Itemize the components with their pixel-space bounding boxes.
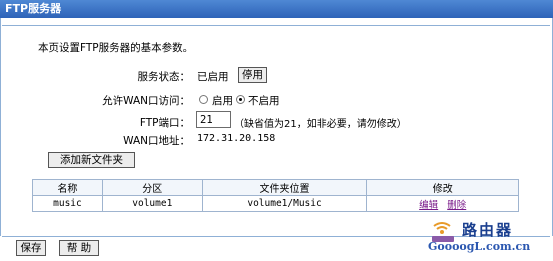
- wan-access-disable-label: 不启用: [248, 95, 280, 107]
- cell-partition: volume1: [101, 195, 203, 212]
- column-header-location: 文件夹位置: [201, 179, 368, 196]
- ftp-port-input[interactable]: [196, 111, 231, 128]
- column-header-partition: 分区: [101, 179, 203, 196]
- wan-address-value: 172.31.20.158: [197, 133, 276, 144]
- watermark-logo: 路由器 GoooogL.com.cn: [428, 218, 550, 258]
- wan-address-label: WAN口地址：: [123, 135, 190, 147]
- save-button[interactable]: 保存: [16, 240, 46, 256]
- column-header-edit: 修改: [366, 179, 519, 196]
- watermark-domain: GoooogL.com.cn: [428, 240, 531, 253]
- cell-name: music: [32, 195, 103, 212]
- edit-link[interactable]: 编辑: [419, 200, 438, 211]
- delete-link[interactable]: 删除: [447, 200, 466, 211]
- wan-access-disable-radio[interactable]: [236, 95, 245, 104]
- add-folder-button[interactable]: 添加新文件夹: [48, 152, 135, 168]
- folder-table: 名称 分区 文件夹位置 修改 music volume1 volume1/Mus…: [32, 179, 519, 212]
- ftp-port-hint: （缺省值为21，如非必要，请勿修改）: [234, 119, 407, 130]
- window-title: FTP服务器: [5, 2, 62, 15]
- wan-access-enable-label: 启用: [212, 95, 233, 107]
- help-button[interactable]: 帮 助: [59, 240, 99, 256]
- table-row: music volume1 volume1/Music 编辑 删除: [32, 195, 519, 212]
- page-intro: 本页设置FTP服务器的基本参数。: [38, 42, 194, 54]
- watermark-title: 路由器: [462, 221, 514, 239]
- cell-location: volume1/Music: [201, 195, 368, 212]
- top-divider: [2, 25, 550, 26]
- column-header-name: 名称: [32, 179, 103, 196]
- cell-actions: 编辑 删除: [366, 195, 519, 212]
- service-status-label: 服务状态：: [137, 71, 191, 83]
- ftp-port-label: FTP端口：: [139, 117, 190, 129]
- table-header-row: 名称 分区 文件夹位置 修改: [32, 179, 519, 196]
- window-title-bar: FTP服务器: [0, 0, 553, 18]
- wan-access-label: 允许WAN口访问：: [102, 95, 190, 107]
- service-status-value: 已启用: [197, 71, 229, 83]
- wan-access-enable-radio[interactable]: [199, 95, 208, 104]
- disable-service-button[interactable]: 停用: [238, 67, 267, 83]
